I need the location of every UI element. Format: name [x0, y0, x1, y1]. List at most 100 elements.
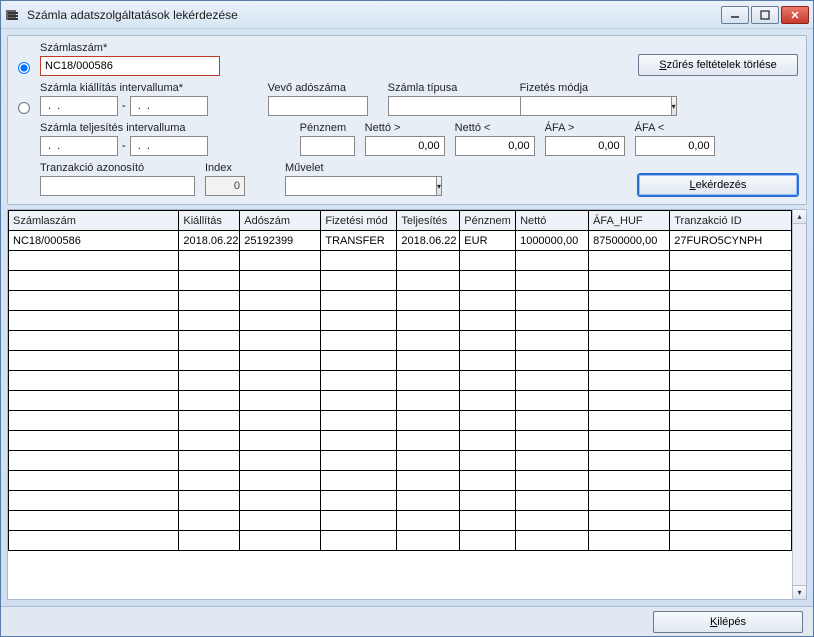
invoice-number-label: Számlaszám* [40, 42, 220, 54]
vertical-scrollbar[interactable]: ▴ ▾ [792, 210, 806, 599]
table-cell [460, 431, 516, 451]
column-header[interactable]: Kiállítás [179, 211, 240, 231]
results-grid: SzámlaszámKiállításAdószámFizetési módTe… [7, 209, 807, 600]
table-row[interactable] [9, 251, 792, 271]
vat-lt-label: ÁFA < [635, 122, 715, 134]
table-row[interactable] [9, 331, 792, 351]
fulfill-to-input[interactable] [130, 136, 208, 156]
vat-gt-label: ÁFA > [545, 122, 625, 134]
table-row[interactable] [9, 271, 792, 291]
table-row[interactable] [9, 511, 792, 531]
table-cell [516, 531, 589, 551]
table-row[interactable] [9, 451, 792, 471]
table-row[interactable] [9, 291, 792, 311]
footer-bar: Kilépés [1, 606, 813, 636]
column-header[interactable]: Fizetési mód [321, 211, 397, 231]
table-row[interactable]: NC18/0005862018.06.2225192399TRANSFER201… [9, 231, 792, 251]
table-row[interactable] [9, 491, 792, 511]
table-cell [179, 411, 240, 431]
minimize-button[interactable] [721, 6, 749, 24]
table-row[interactable] [9, 471, 792, 491]
table-row[interactable] [9, 391, 792, 411]
close-button[interactable] [781, 6, 809, 24]
table-cell [9, 271, 179, 291]
vat-gt-input[interactable] [545, 136, 625, 156]
invoice-type-select[interactable] [388, 96, 540, 116]
table-cell [589, 391, 670, 411]
column-header[interactable]: Tranzakció ID [670, 211, 792, 231]
scroll-up-icon[interactable]: ▴ [793, 210, 806, 224]
vat-lt-input[interactable] [635, 136, 715, 156]
table-cell [397, 291, 460, 311]
table-cell [321, 271, 397, 291]
currency-label: Pénznem [300, 122, 355, 134]
maximize-button[interactable] [751, 6, 779, 24]
invoice-number-input[interactable] [40, 56, 220, 76]
table-cell [516, 351, 589, 371]
net-lt-input[interactable] [455, 136, 535, 156]
table-cell [9, 511, 179, 531]
clear-filters-button[interactable]: Szűrés feltételek törlése [638, 54, 798, 76]
table-cell [397, 511, 460, 531]
radio-by-invoice-number[interactable] [18, 62, 30, 74]
table-row[interactable] [9, 371, 792, 391]
operation-select[interactable] [285, 176, 437, 196]
application-window: Számla adatszolgáltatások lekérdezése Sz… [0, 0, 814, 637]
radio-by-interval[interactable] [18, 102, 30, 114]
transaction-id-input[interactable] [40, 176, 195, 196]
invoice-type-label: Számla típusa [388, 82, 508, 94]
issue-from-input[interactable] [40, 96, 118, 116]
table-cell [516, 331, 589, 351]
table-cell: 87500000,00 [589, 231, 670, 251]
issue-interval-label: Számla kiállítás intervalluma* [40, 82, 208, 94]
table-cell [516, 471, 589, 491]
chevron-down-icon[interactable]: ▾ [672, 96, 677, 116]
table-cell [460, 471, 516, 491]
query-button[interactable]: Lekérdezés [638, 174, 798, 196]
table-cell [321, 471, 397, 491]
table-cell [9, 331, 179, 351]
column-header[interactable]: ÁFA_HUF [589, 211, 670, 231]
issue-to-input[interactable] [130, 96, 208, 116]
table-cell [670, 471, 792, 491]
table-cell [240, 431, 321, 451]
table-cell [589, 471, 670, 491]
results-table[interactable]: SzámlaszámKiállításAdószámFizetési módTe… [8, 210, 792, 551]
table-row[interactable] [9, 531, 792, 551]
column-header[interactable]: Pénznem [460, 211, 516, 231]
column-header[interactable]: Nettó [516, 211, 589, 231]
column-header[interactable]: Adószám [240, 211, 321, 231]
fulfill-from-input[interactable] [40, 136, 118, 156]
table-cell [179, 351, 240, 371]
table-cell [179, 531, 240, 551]
column-header[interactable]: Teljesítés [397, 211, 460, 231]
table-cell [460, 391, 516, 411]
table-cell [179, 491, 240, 511]
buyer-tax-input[interactable] [268, 96, 368, 116]
table-cell [589, 451, 670, 471]
dash: - [118, 96, 130, 116]
table-row[interactable] [9, 351, 792, 371]
scroll-down-icon[interactable]: ▾ [793, 585, 806, 599]
table-cell [240, 251, 321, 271]
column-header[interactable]: Számlaszám [9, 211, 179, 231]
table-cell [321, 311, 397, 331]
table-cell [589, 351, 670, 371]
table-row[interactable] [9, 311, 792, 331]
table-cell [179, 371, 240, 391]
table-row[interactable] [9, 411, 792, 431]
payment-method-select[interactable] [520, 96, 672, 116]
currency-input[interactable] [300, 136, 355, 156]
table-cell: NC18/000586 [9, 231, 179, 251]
table-cell [460, 291, 516, 311]
table-cell [670, 411, 792, 431]
chevron-down-icon[interactable]: ▾ [437, 176, 442, 196]
table-cell [240, 411, 321, 431]
table-cell [516, 431, 589, 451]
table-cell [240, 531, 321, 551]
table-row[interactable] [9, 431, 792, 451]
table-cell [460, 531, 516, 551]
net-gt-input[interactable] [365, 136, 445, 156]
exit-button[interactable]: Kilépés [653, 611, 803, 633]
table-cell [321, 371, 397, 391]
